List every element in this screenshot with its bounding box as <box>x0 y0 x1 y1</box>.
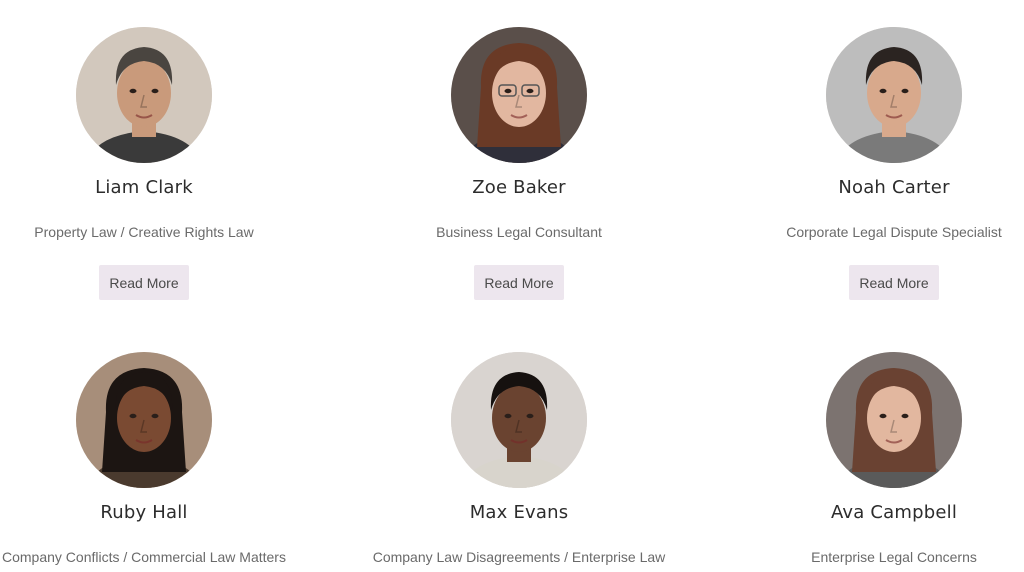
member-role: Company Conflicts / Commercial Law Matte… <box>2 549 286 565</box>
read-more-button[interactable]: Read More <box>849 265 939 300</box>
portrait-image <box>76 352 212 488</box>
avatar <box>826 27 962 163</box>
portrait-eye-right <box>526 88 534 94</box>
avatar <box>76 352 212 488</box>
avatar <box>826 352 962 488</box>
team-card: Ruby Hall Company Conflicts / Commercial… <box>0 352 314 572</box>
member-role: Property Law / Creative Rights Law <box>34 224 254 240</box>
portrait-image <box>826 27 962 163</box>
portrait-eye-right <box>901 413 909 419</box>
avatar <box>451 27 587 163</box>
portrait-eye-left <box>504 88 512 94</box>
portrait-eye-left <box>879 88 887 94</box>
team-grid: Liam Clark Property Law / Creative Right… <box>0 0 1024 572</box>
portrait-eye-right <box>526 413 534 419</box>
portrait-eye-left <box>129 413 137 419</box>
member-role: Enterprise Legal Concerns <box>811 549 977 565</box>
portrait-eye-left <box>504 413 512 419</box>
portrait-image <box>76 27 212 163</box>
portrait-eye-right <box>901 88 909 94</box>
member-name: Noah Carter <box>838 177 950 198</box>
portrait-image <box>451 27 587 163</box>
member-role: Corporate Legal Dispute Specialist <box>786 224 1002 240</box>
member-role: Business Legal Consultant <box>436 224 602 240</box>
team-card: Noah Carter Corporate Legal Dispute Spec… <box>724 27 1024 307</box>
member-name: Liam Clark <box>95 177 193 198</box>
avatar <box>76 27 212 163</box>
member-name: Ava Campbell <box>830 502 958 523</box>
team-card: Zoe Baker Business Legal Consultant Read… <box>349 27 689 307</box>
portrait-eye-left <box>129 88 137 94</box>
portrait-eye-right <box>151 88 159 94</box>
portrait-eye-left <box>879 413 887 419</box>
team-card: Liam Clark Property Law / Creative Right… <box>0 27 314 307</box>
avatar <box>451 352 587 488</box>
member-name: Zoe Baker <box>472 177 566 198</box>
team-card: Ava Campbell Enterprise Legal Concerns <box>724 352 1024 572</box>
member-name: Max Evans <box>469 502 569 523</box>
portrait-image <box>451 352 587 488</box>
member-name: Ruby Hall <box>100 502 188 523</box>
portrait-eye-right <box>151 413 159 419</box>
member-role: Company Law Disagreements / Enterprise L… <box>372 549 666 565</box>
read-more-button[interactable]: Read More <box>474 265 564 300</box>
read-more-button[interactable]: Read More <box>99 265 189 300</box>
portrait-image <box>826 352 962 488</box>
team-card: Max Evans Company Law Disagreements / En… <box>349 352 689 572</box>
